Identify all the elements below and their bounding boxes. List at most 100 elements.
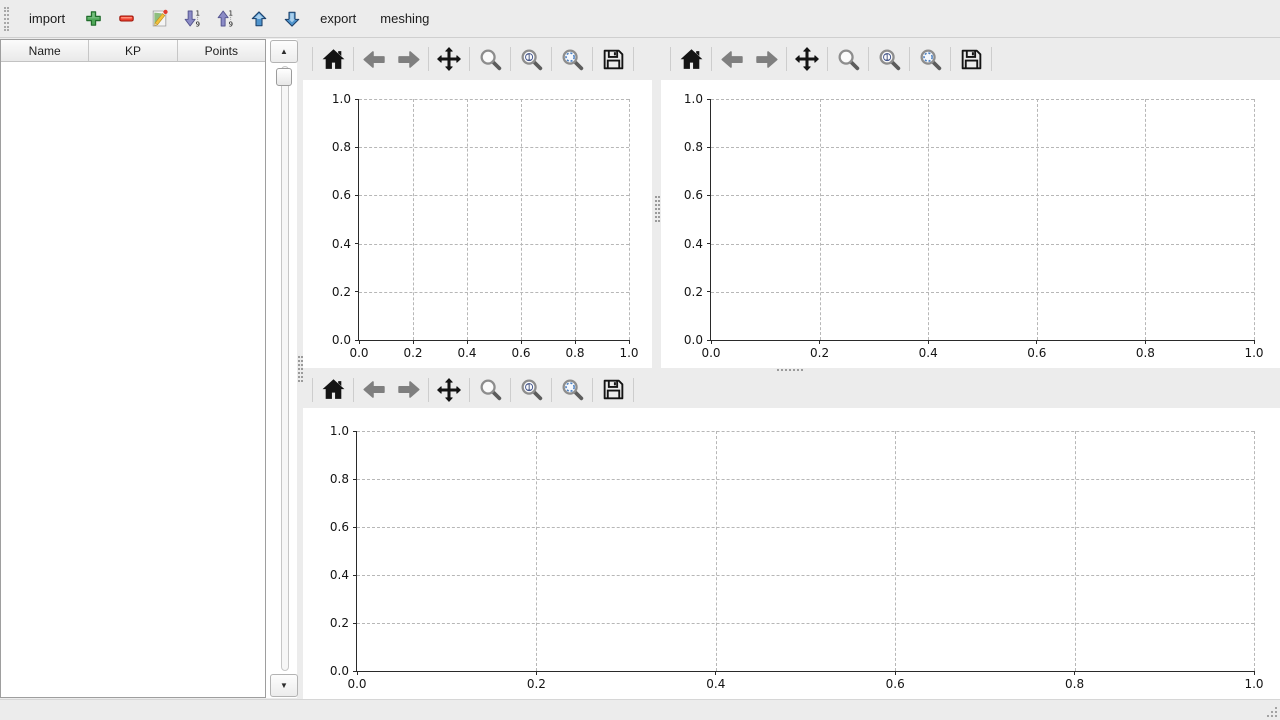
plot-zoom-fit-button[interactable] (556, 43, 588, 75)
add-row-button[interactable] (80, 5, 107, 33)
x-tick-mark (575, 340, 576, 344)
window-resize-grip[interactable] (1264, 704, 1277, 717)
gridline (521, 99, 522, 340)
edit-icon (150, 9, 169, 28)
plot-home-button[interactable] (317, 374, 349, 406)
x-tick-mark (357, 671, 358, 675)
plot-pan-button[interactable] (433, 374, 465, 406)
plot-forward-button[interactable] (392, 374, 424, 406)
plot3-figure: 0.00.20.40.60.81.00.00.20.40.60.81.0 (303, 408, 1280, 700)
plot1-canvas[interactable]: 0.00.20.40.60.81.00.00.20.40.60.81.0 (303, 80, 652, 368)
x-tick-label: 0.8 (1065, 677, 1084, 691)
plot-save-button[interactable] (955, 43, 987, 75)
plot3-canvas[interactable]: 0.00.20.40.60.81.00.00.20.40.60.81.0 (303, 408, 1280, 700)
remove-row-button[interactable] (113, 5, 140, 33)
column-header-kp[interactable]: KP (89, 40, 177, 61)
scrollbar-down-button[interactable]: ▼ (270, 674, 298, 697)
x-tick-mark (928, 340, 929, 344)
x-tick-mark (359, 340, 360, 344)
kp-table-body[interactable] (1, 62, 265, 697)
x-tick-label: 0.0 (349, 346, 368, 360)
x-tick-label: 0.4 (919, 346, 938, 360)
meshing-button[interactable]: meshing (371, 7, 438, 30)
y-tick-label: 0.2 (330, 616, 349, 630)
gridline (711, 292, 1254, 293)
plot-save-button[interactable] (597, 43, 629, 75)
plot-save-button[interactable] (597, 374, 629, 406)
x-tick-mark (819, 340, 820, 344)
gridline (359, 195, 629, 196)
sort-ascending-button[interactable]: 19 (212, 5, 239, 33)
zoom-one-icon: 1 (519, 377, 544, 402)
y-tick-label: 0.0 (330, 664, 349, 678)
plot-home-button[interactable] (317, 43, 349, 75)
scrollbar-track[interactable] (281, 66, 289, 671)
pan-icon (436, 46, 462, 72)
forward-icon (754, 47, 779, 72)
plot-home-button[interactable] (675, 43, 707, 75)
gridline (359, 244, 629, 245)
forward-icon (396, 377, 421, 402)
pan-icon (794, 46, 820, 72)
plot-pan-button[interactable] (433, 43, 465, 75)
x-tick-mark (629, 340, 630, 344)
y-tick-mark (707, 340, 711, 341)
y-tick-mark (355, 291, 359, 292)
sort-descending-button[interactable]: 19 (179, 5, 206, 33)
pan-icon (436, 377, 462, 403)
toolbar-separator (711, 47, 712, 71)
move-up-button[interactable] (245, 5, 272, 33)
home-icon (321, 377, 346, 402)
y-tick-label: 0.4 (330, 568, 349, 582)
column-header-name[interactable]: Name (1, 40, 89, 61)
x-tick-label: 0.0 (347, 677, 366, 691)
plot-zoom-fit-button[interactable] (556, 374, 588, 406)
y-tick-label: 0.0 (684, 333, 703, 347)
plot1-nav-toolbar: 1 (303, 38, 658, 80)
plot-zoom-button[interactable] (832, 43, 864, 75)
gridline (467, 99, 468, 340)
y-tick-label: 0.6 (332, 188, 351, 202)
plot-zoom-one-button[interactable]: 1 (515, 43, 547, 75)
forward-icon (396, 47, 421, 72)
plot-zoom-button[interactable] (474, 374, 506, 406)
edit-row-button[interactable] (146, 5, 173, 33)
back-icon (720, 47, 745, 72)
y-tick-mark (707, 291, 711, 292)
plot-forward-button[interactable] (750, 43, 782, 75)
plot-pan-button[interactable] (791, 43, 823, 75)
plot-zoom-button[interactable] (474, 43, 506, 75)
zoom-one-icon: 1 (519, 47, 544, 72)
top-plots-sash-handle[interactable] (655, 196, 660, 222)
plot-zoom-one-button[interactable]: 1 (873, 43, 905, 75)
gridline (357, 479, 1254, 480)
scrollbar-thumb[interactable] (276, 68, 292, 86)
gridline (711, 244, 1254, 245)
x-tick-label: 0.8 (565, 346, 584, 360)
y-tick-mark (355, 99, 359, 100)
scrollbar-up-button[interactable]: ▲ (270, 40, 298, 63)
plot-back-button[interactable] (358, 374, 390, 406)
gridline (1254, 99, 1255, 340)
y-tick-label: 0.0 (332, 333, 351, 347)
toolbar-drag-handle[interactable] (4, 7, 9, 31)
gridline (1145, 99, 1146, 340)
x-tick-mark (1254, 340, 1255, 344)
plot-zoom-fit-button[interactable] (914, 43, 946, 75)
plot-back-button[interactable] (716, 43, 748, 75)
move-down-button[interactable] (278, 5, 305, 33)
svg-text:1: 1 (229, 9, 234, 17)
gridline (357, 431, 1254, 432)
export-button[interactable]: export (311, 7, 365, 30)
import-button[interactable]: import (20, 7, 74, 30)
y-tick-label: 0.8 (330, 472, 349, 486)
gridline (711, 195, 1254, 196)
zoom-icon (478, 377, 503, 402)
toolbar-separator (633, 47, 634, 71)
column-header-points[interactable]: Points (178, 40, 265, 61)
plot-back-button[interactable] (358, 43, 390, 75)
plot2-canvas[interactable]: 0.00.20.40.60.81.00.00.20.40.60.81.0 (661, 80, 1280, 368)
y-tick-label: 0.8 (684, 140, 703, 154)
plot-zoom-one-button[interactable]: 1 (515, 374, 547, 406)
plot-forward-button[interactable] (392, 43, 424, 75)
